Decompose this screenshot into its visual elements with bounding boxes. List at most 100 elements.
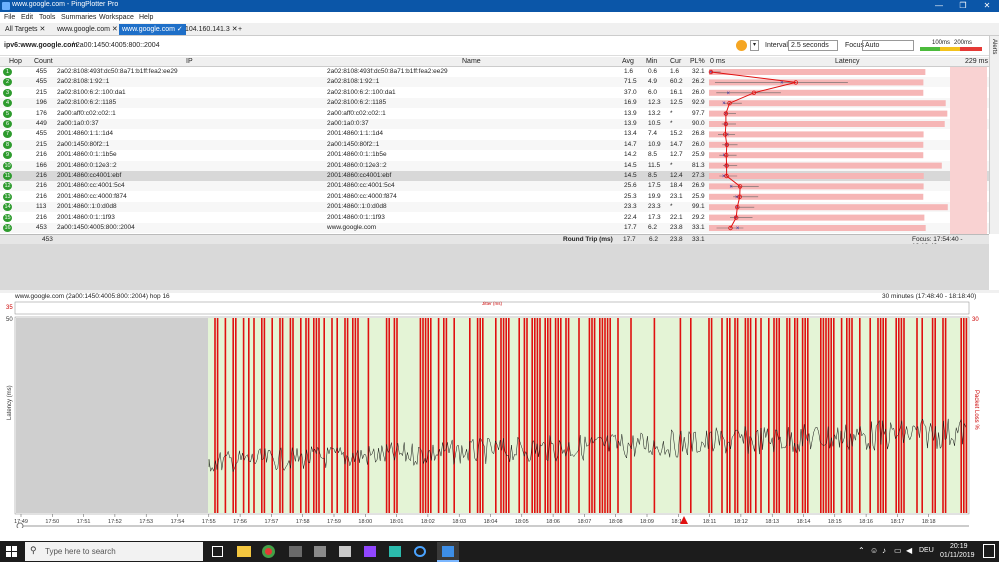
packet-loss-bar xyxy=(388,318,390,513)
legend-yellow-bar xyxy=(940,47,960,51)
col-avg[interactable]: Avg xyxy=(622,58,634,65)
col-pl[interactable]: PL% xyxy=(690,58,705,65)
packet-loss-bar xyxy=(825,318,827,513)
chevron-up-icon[interactable]: ⌃ xyxy=(858,546,865,555)
packet-loss-bar xyxy=(554,318,557,513)
tab-all-targets[interactable]: All Targets ✕ xyxy=(2,24,48,35)
menu-edit[interactable]: Edit xyxy=(21,14,33,21)
no-data-region xyxy=(16,318,208,513)
packet-loss-bar xyxy=(729,318,731,513)
x-tick-label: 18:12 xyxy=(734,519,748,525)
packet-loss-bar xyxy=(796,318,799,513)
menu-workspace[interactable]: Workspace xyxy=(99,14,134,21)
minimize-button[interactable]: — xyxy=(927,0,951,12)
clock-time[interactable]: 20:19 xyxy=(950,543,968,550)
packet-loss-bar xyxy=(479,318,481,513)
menu-tools[interactable]: Tools xyxy=(39,14,55,21)
microphone-icon[interactable]: ♪ xyxy=(882,546,886,555)
packet-loss-bar xyxy=(846,318,848,513)
col-name[interactable]: Name xyxy=(462,58,481,65)
tab-ip[interactable]: 104.160.141.3 ✕ xyxy=(182,24,241,35)
packet-loss-bar xyxy=(807,318,809,513)
packet-loss-bar xyxy=(453,318,455,513)
packet-loss-bar xyxy=(508,318,510,513)
focus-value: Auto xyxy=(865,42,880,49)
notification-icon[interactable] xyxy=(983,544,995,558)
col-count[interactable]: Count xyxy=(34,58,53,65)
settings-app-icon[interactable] xyxy=(289,546,302,557)
volume-icon[interactable]: ◀ xyxy=(906,546,912,555)
packet-loss-bar xyxy=(331,318,333,513)
language-indicator[interactable]: DEU xyxy=(919,547,934,554)
menu-file[interactable]: File xyxy=(4,14,15,21)
maximize-button[interactable]: ❐ xyxy=(951,0,975,12)
scroll-handle[interactable] xyxy=(16,522,24,528)
breadcrumb-target[interactable]: ipv6:www.google.com xyxy=(4,42,78,49)
chrome-icon[interactable] xyxy=(262,545,275,558)
x-tick-label: 17:54 xyxy=(171,519,185,525)
cur-marker: × xyxy=(727,91,731,97)
add-tab-button[interactable]: + xyxy=(235,24,245,35)
packet-loss-bar xyxy=(224,318,227,513)
packet-loss-bar xyxy=(547,318,549,513)
network-icon[interactable]: ▭ xyxy=(894,546,902,555)
close-button[interactable]: ✕ xyxy=(975,0,999,12)
packet-loss-bar xyxy=(786,318,788,513)
search-input[interactable]: Type here to search xyxy=(25,542,203,561)
tab-google-active[interactable]: www.google.com ✓ xyxy=(119,24,186,35)
packet-loss-bar xyxy=(500,318,502,513)
packet-loss-bar xyxy=(346,318,349,513)
pingplotter-taskbar-button[interactable] xyxy=(437,542,459,562)
app-icon-8[interactable] xyxy=(389,546,401,557)
tab-label: www.google.com xyxy=(122,26,175,33)
packet-loss-bar xyxy=(292,318,294,513)
pause-button[interactable] xyxy=(736,40,747,51)
app-icon-9[interactable] xyxy=(414,546,426,557)
summary-pl: 33.1 xyxy=(692,236,705,243)
task-view-icon[interactable] xyxy=(212,546,223,557)
clock-date[interactable]: 01/11/2019 xyxy=(940,552,975,559)
packet-loss-bar xyxy=(882,318,884,513)
menu-help[interactable]: Help xyxy=(139,14,153,21)
app-icon-6[interactable] xyxy=(339,546,351,557)
file-explorer-icon[interactable] xyxy=(237,546,251,557)
packet-loss-bar xyxy=(833,318,835,513)
col-hop[interactable]: Hop xyxy=(9,58,22,65)
windows-start-icon[interactable] xyxy=(6,546,17,557)
packet-loss-bar xyxy=(565,318,567,513)
col-min[interactable]: Min xyxy=(646,58,657,65)
chevron-down-icon[interactable]: ▾ xyxy=(750,40,759,51)
col-cur[interactable]: Cur xyxy=(670,58,681,65)
person-icon[interactable]: ☺ xyxy=(870,546,878,555)
x-tick-label: 18:03 xyxy=(452,519,466,525)
alerts-panel[interactable]: Alerts xyxy=(989,36,999,234)
graph-range[interactable]: 30 minutes (17:48:40 - 18:18:40) xyxy=(882,293,976,300)
focus-select[interactable]: Auto xyxy=(862,40,914,51)
packet-loss-bar xyxy=(531,318,533,513)
packet-loss-bar xyxy=(313,318,315,513)
interval-select[interactable]: 2.5 seconds xyxy=(788,40,838,51)
twitch-icon[interactable] xyxy=(364,546,376,557)
x-tick-label: 18:00 xyxy=(358,519,372,525)
packet-loss-bar xyxy=(617,318,619,513)
cur-marker: × xyxy=(729,184,733,190)
packet-loss-bar xyxy=(505,318,507,513)
x-tick-label: 18:18 xyxy=(922,519,936,525)
menu-summaries[interactable]: Summaries xyxy=(61,14,96,21)
packet-loss-bar xyxy=(898,318,900,513)
tab-close-icon[interactable]: ✕ xyxy=(40,26,46,33)
packet-loss-bar xyxy=(726,318,728,513)
latency-max-label: 229 ms xyxy=(965,58,988,65)
tab-close-icon[interactable]: ✕ xyxy=(112,26,118,33)
app-icon-5[interactable] xyxy=(314,546,326,557)
tab-label: 104.160.141.3 xyxy=(185,26,230,33)
packet-loss-bar xyxy=(393,318,396,513)
latency-bar xyxy=(709,121,945,127)
table-empty-area xyxy=(0,244,989,290)
latency-bar xyxy=(709,173,924,179)
col-ip[interactable]: IP xyxy=(186,58,193,65)
tab-google-1[interactable]: www.google.com ✕ xyxy=(54,24,121,35)
packet-loss-bar xyxy=(801,318,804,513)
packet-loss-bar xyxy=(305,318,307,513)
packet-loss-bar xyxy=(430,318,432,513)
